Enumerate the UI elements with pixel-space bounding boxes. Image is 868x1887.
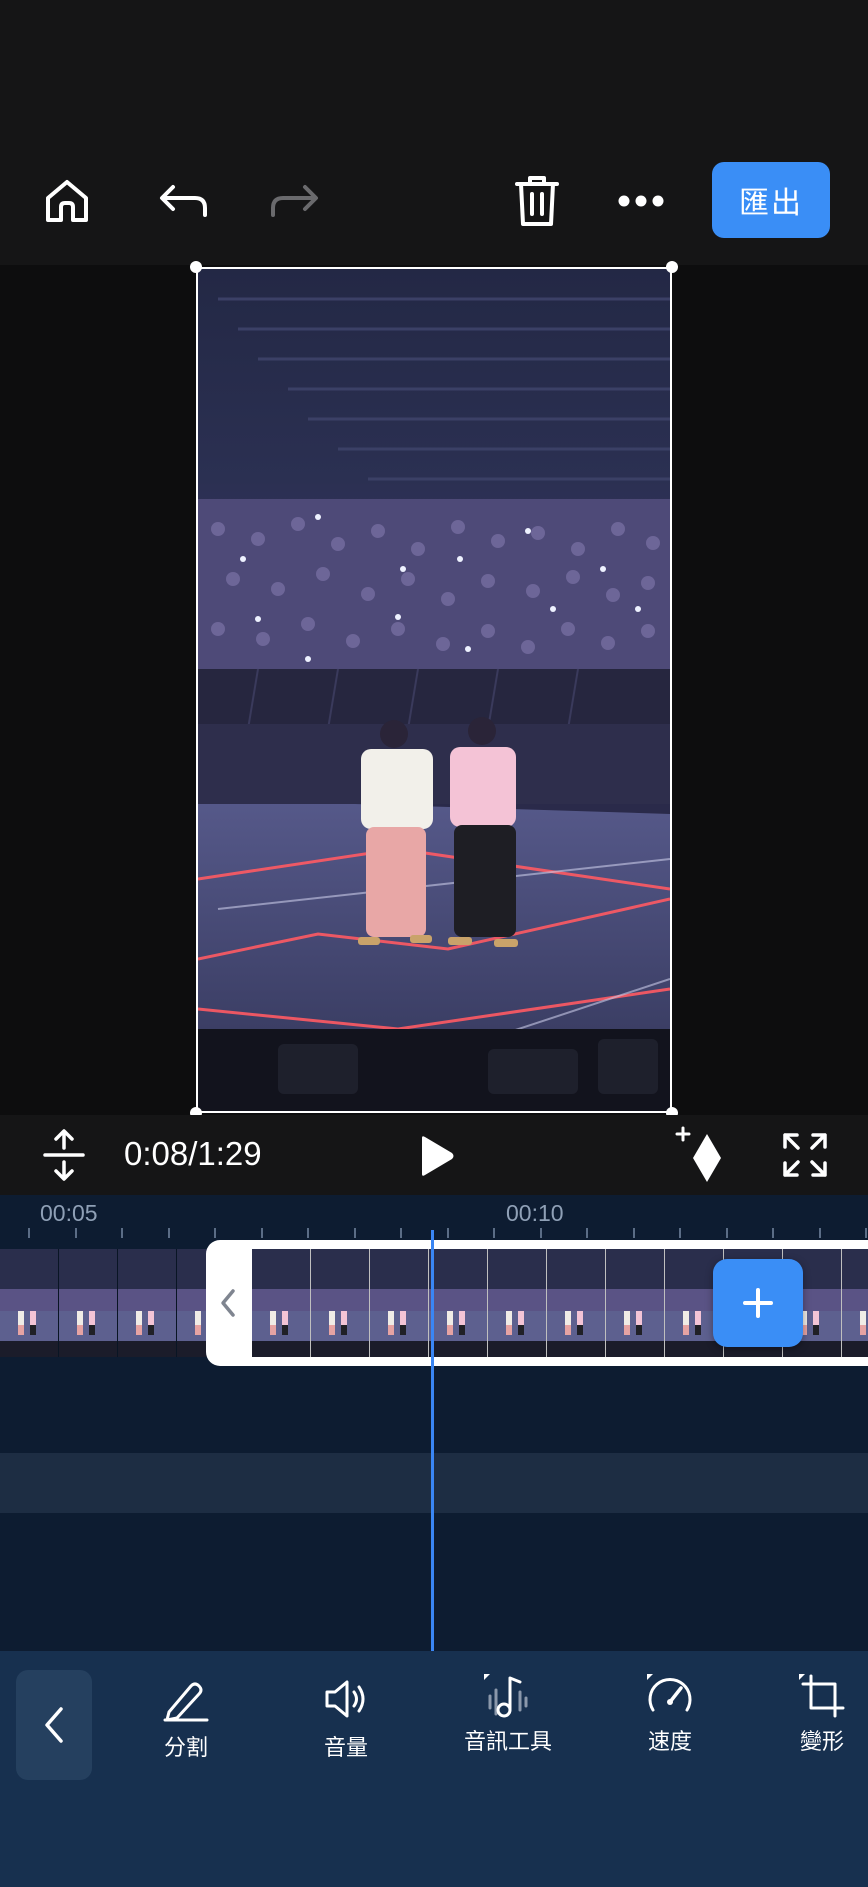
tool-audio-tools-label: 音訊工具 — [463, 1730, 552, 1755]
ruler-tick — [493, 1228, 495, 1238]
pen-split-icon — [163, 1682, 209, 1722]
play-icon — [422, 1136, 454, 1176]
audio-tools-icon — [484, 1674, 528, 1718]
chevron-left-icon — [221, 1289, 235, 1317]
undo-icon — [160, 185, 207, 217]
add-clip-button[interactable] — [713, 1259, 803, 1347]
tool-split[interactable]: 分割 — [126, 1676, 246, 1762]
ruler-tick — [865, 1228, 867, 1238]
ruler-tick — [121, 1228, 123, 1238]
clip-frame-thumbnail — [842, 1249, 868, 1357]
ruler-tick — [28, 1228, 30, 1238]
fullscreen-button[interactable] — [776, 1126, 834, 1184]
ruler-tick — [354, 1228, 356, 1238]
tool-speed[interactable]: 速度 — [610, 1670, 730, 1756]
play-button[interactable] — [408, 1128, 464, 1184]
home-icon — [46, 180, 88, 222]
crop-transform-icon — [799, 1674, 845, 1718]
crop-handle-top-left[interactable] — [190, 261, 202, 273]
tool-split-label: 分割 — [163, 1736, 208, 1761]
clip-frame-thumbnail — [606, 1249, 665, 1357]
redo-button[interactable] — [264, 170, 326, 232]
tool-volume[interactable]: 音量 — [286, 1676, 406, 1762]
ruler-tick — [679, 1228, 681, 1238]
ruler-label-5s: 00:05 — [40, 1200, 98, 1226]
ruler-tick — [261, 1228, 263, 1238]
clip-frame-thumbnail — [488, 1249, 547, 1357]
timecode: 0:08/1:29 — [124, 1135, 262, 1172]
ruler-tick — [726, 1228, 728, 1238]
ruler-tick — [540, 1228, 542, 1238]
tool-transform-label: 變形 — [799, 1730, 844, 1755]
ruler-tick — [168, 1228, 170, 1238]
plus-icon — [743, 1288, 773, 1318]
ruler-tick — [307, 1228, 309, 1238]
speaker-icon — [325, 1680, 365, 1718]
video-preview[interactable] — [196, 267, 672, 1113]
expand-timeline-button[interactable] — [36, 1125, 92, 1185]
playhead[interactable] — [431, 1230, 434, 1651]
crop-handle-top-right[interactable] — [666, 261, 678, 273]
vertical-resize-icon — [43, 1129, 85, 1181]
delete-button[interactable] — [506, 170, 568, 232]
ruler-tick — [819, 1228, 821, 1238]
tool-volume-label: 音量 — [323, 1736, 368, 1761]
keyframe-diamond-icon — [675, 1126, 721, 1182]
undo-button[interactable] — [152, 170, 214, 232]
ruler-tick — [400, 1228, 402, 1238]
more-icon — [618, 195, 664, 207]
trash-icon — [515, 176, 559, 226]
ruler-tick — [75, 1228, 77, 1238]
clip-frame-thumbnail — [252, 1249, 311, 1357]
ruler-tick — [772, 1228, 774, 1238]
ruler-tick — [447, 1228, 449, 1238]
clip-frame-thumbnail — [547, 1249, 606, 1357]
clip-trim-handle-left[interactable] — [208, 1244, 248, 1362]
clip-frame-thumbnail — [429, 1249, 488, 1357]
ruler-label-10s: 00:10 — [506, 1200, 564, 1226]
clip-frame-thumbnail — [370, 1249, 429, 1357]
ruler-tick — [586, 1228, 588, 1238]
speedometer-icon — [647, 1674, 692, 1712]
clip-frame-thumbnail — [59, 1249, 118, 1357]
chevron-left-icon — [45, 1707, 63, 1743]
add-keyframe-button[interactable] — [672, 1122, 732, 1186]
ruler-tick — [633, 1228, 635, 1238]
tool-audio-tools[interactable]: 音訊工具 — [448, 1670, 568, 1756]
home-button[interactable] — [36, 170, 98, 232]
tool-speed-label: 速度 — [647, 1730, 692, 1755]
redo-icon — [271, 185, 318, 217]
audio-track-lane[interactable] — [0, 1453, 868, 1513]
tool-transform[interactable]: 變形 — [772, 1670, 868, 1756]
clip-frame-thumbnail — [118, 1249, 177, 1357]
clip-frame-thumbnail — [311, 1249, 370, 1357]
clip-frame-thumbnail — [0, 1249, 59, 1357]
concert-video-frame — [198, 269, 670, 1111]
more-options-button[interactable] — [610, 170, 672, 232]
export-button[interactable]: 匯出 — [712, 162, 830, 238]
ruler-tick — [214, 1228, 216, 1238]
back-button[interactable] — [16, 1670, 92, 1780]
previous-clip[interactable] — [0, 1249, 210, 1357]
fullscreen-icon — [783, 1133, 827, 1177]
